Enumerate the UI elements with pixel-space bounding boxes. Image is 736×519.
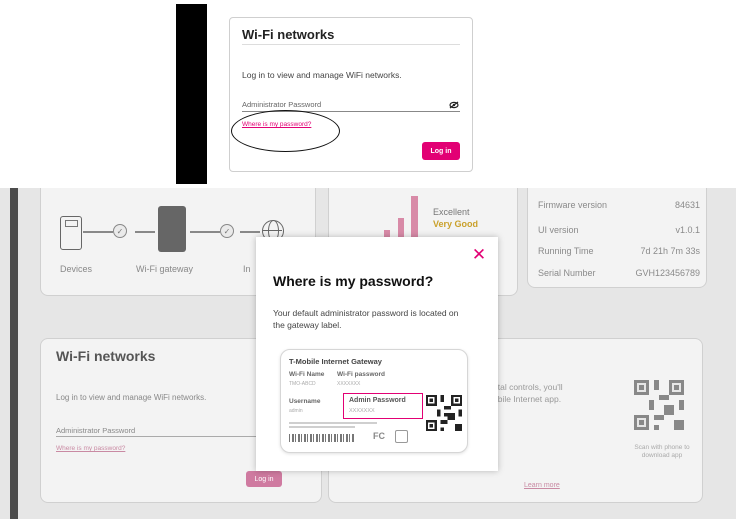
info-label: UI version xyxy=(538,225,579,235)
login-button[interactable]: Log in xyxy=(422,142,460,160)
info-label: Running Time xyxy=(538,246,594,256)
wifi-panel-title: Wi-Fi networks xyxy=(56,348,156,364)
wifi-name-key: Wi-Fi Name xyxy=(289,371,325,378)
label-qr-code-icon xyxy=(426,395,462,431)
label-brand: T-Mobile Internet Gateway xyxy=(289,357,382,366)
wifi-panel-password-label: Administrator Password xyxy=(56,426,136,435)
where-is-password-link[interactable]: Where is my password? xyxy=(242,121,311,128)
certification-icon xyxy=(395,430,408,443)
highlight-oval xyxy=(231,110,340,152)
info-label: Serial Number xyxy=(538,268,596,278)
internet-label: In xyxy=(243,264,251,274)
label-text-lines xyxy=(289,422,377,430)
signal-strength: Very Good xyxy=(433,219,479,229)
check-icon: ✓ xyxy=(113,224,127,238)
learn-more-link[interactable]: Learn more xyxy=(524,482,560,489)
wifi-panel-login-button[interactable]: Log in xyxy=(246,471,282,487)
gateway-label-illustration: T-Mobile Internet Gateway Wi-Fi Name Wi-… xyxy=(280,349,468,453)
admin-password-key: Admin Password xyxy=(349,397,406,404)
check-icon: ✓ xyxy=(220,224,234,238)
eye-off-icon[interactable] xyxy=(449,101,459,111)
card-description: Log in to view and manage WiFi networks. xyxy=(242,70,402,80)
signal-status: Excellent Very Good xyxy=(433,206,478,230)
info-value: GVH123456789 xyxy=(635,268,700,278)
parental-text: ntal controls, you'll obile Internet app… xyxy=(493,381,563,405)
modal-description: Your default administrator password is l… xyxy=(273,308,459,330)
password-field-label: Administrator Password xyxy=(242,100,322,109)
parental-line: obile Internet app. xyxy=(493,394,562,404)
username-key: Username xyxy=(289,398,321,405)
wifi-password-key: Wi-Fi password xyxy=(337,371,385,378)
info-row: Firmware version 84631 xyxy=(538,200,700,210)
close-icon[interactable]: ✕ xyxy=(469,245,489,265)
info-row: UI version v1.0.1 xyxy=(538,225,700,235)
connector-line xyxy=(135,231,155,233)
info-row: Serial Number GVH123456789 xyxy=(538,268,700,278)
info-label: Firmware version xyxy=(538,200,608,210)
info-value: v1.0.1 xyxy=(675,225,700,235)
username-value: admin xyxy=(289,408,303,414)
password-help-modal: ✕ Where is my password? Your default adm… xyxy=(256,237,498,471)
gateway-label: Wi-Fi gateway xyxy=(136,264,194,274)
divider xyxy=(242,44,460,45)
info-row: Running Time 7d 21h 7m 33s xyxy=(538,246,700,256)
info-value: 84631 xyxy=(674,200,700,210)
admin-password-highlight: Admin Password XXXXXXX xyxy=(343,393,423,419)
devices-label: Devices xyxy=(60,264,93,274)
wifi-password-value: XXXXXXX xyxy=(337,381,361,387)
fc-mark: FC xyxy=(373,431,385,441)
modal-title: Where is my password? xyxy=(273,273,434,289)
connector-line xyxy=(240,231,260,233)
wifi-panel-description: Log in to view and manage WiFi networks. xyxy=(56,393,207,402)
sidebar-edge xyxy=(10,188,18,519)
wifi-name-value: TMO-ABCD xyxy=(289,381,316,387)
wifi-panel-password-link[interactable]: Where is my password? xyxy=(56,445,125,452)
connector-line xyxy=(190,231,220,233)
qr-code-icon xyxy=(634,380,684,430)
connector-line xyxy=(83,231,113,233)
admin-password-value: XXXXXXX xyxy=(349,408,375,414)
scan-text: Scan with phone to download app xyxy=(634,444,690,459)
devices-icon xyxy=(60,216,82,250)
card-title: Wi-Fi networks xyxy=(242,27,335,42)
gateway-icon xyxy=(158,206,186,252)
parental-line: ntal controls, you'll xyxy=(493,382,563,392)
black-bar xyxy=(176,4,207,184)
info-value: 7d 21h 7m 33s xyxy=(640,246,700,256)
wifi-login-card: Wi-Fi networks Log in to view and manage… xyxy=(229,17,473,172)
barcode-icon xyxy=(289,434,355,442)
signal-quality: Excellent xyxy=(433,207,470,217)
